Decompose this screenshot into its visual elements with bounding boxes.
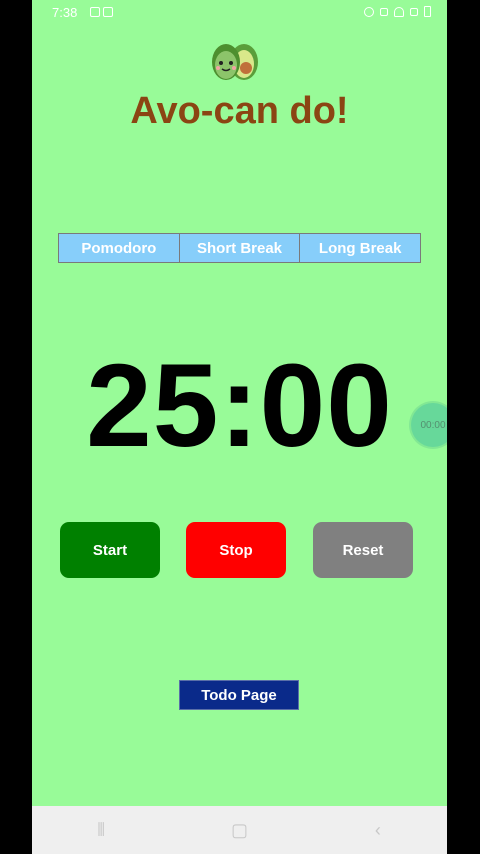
alarm-icon: [364, 6, 374, 17]
back-icon[interactable]: ‹: [358, 820, 398, 841]
mode-tabs: Pomodoro Short Break Long Break: [58, 233, 422, 263]
floating-timer-bubble[interactable]: 00:00: [411, 403, 447, 447]
stop-button[interactable]: Stop: [186, 522, 286, 578]
tab-pomodoro[interactable]: Pomodoro: [58, 233, 180, 263]
video-icon: [90, 7, 100, 17]
wifi-icon: [394, 6, 404, 17]
battery-icon: [424, 6, 431, 17]
signal-icon: [410, 7, 418, 16]
android-nav-bar: ⫴ ▢ ‹: [32, 806, 447, 854]
app-screen: 7:38 Avo-can do! Pomodoro Short Break Lo…: [32, 0, 447, 854]
recent-apps-icon[interactable]: ⫴: [81, 820, 121, 841]
start-button[interactable]: Start: [60, 522, 160, 578]
tab-short-break[interactable]: Short Break: [179, 233, 301, 263]
status-left-icons: [90, 7, 113, 17]
todo-page-button[interactable]: Todo Page: [179, 680, 299, 710]
status-bar: 7:38: [32, 0, 447, 26]
status-time: 7:38: [52, 5, 78, 20]
app-title: Avo-can do!: [130, 90, 349, 132]
tab-long-break[interactable]: Long Break: [300, 233, 422, 263]
mute-icon: [380, 7, 388, 16]
status-right-icons: [364, 6, 431, 17]
timer-display: 25:00: [86, 340, 393, 472]
image-icon: [103, 7, 113, 17]
home-icon[interactable]: ▢: [219, 820, 259, 841]
avocado-icon: [208, 38, 264, 82]
reset-button[interactable]: Reset: [313, 522, 413, 578]
